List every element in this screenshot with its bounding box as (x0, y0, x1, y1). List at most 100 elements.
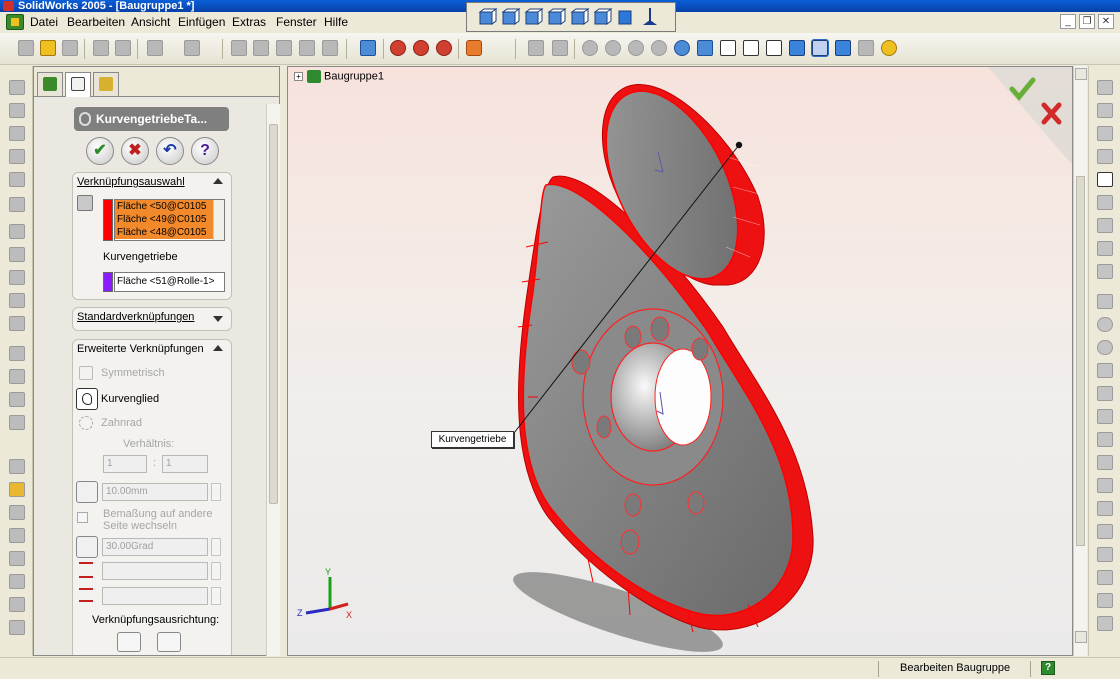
linear-pattern-icon[interactable] (9, 346, 25, 361)
menu-datei[interactable]: Datei (30, 15, 58, 29)
angle-icon[interactable] (76, 536, 98, 558)
curve-icon[interactable] (9, 620, 25, 635)
upper-limit-field[interactable] (102, 562, 208, 580)
select-tool-icon[interactable] (322, 40, 338, 56)
angle-field[interactable]: 30.00Grad (102, 538, 208, 556)
cut-extrude-icon[interactable] (9, 172, 25, 187)
list-item[interactable]: Fläche <50@C0105 (115, 200, 224, 213)
loft-icon[interactable] (9, 149, 25, 164)
offset-icon[interactable] (1097, 593, 1113, 608)
cut-icon[interactable] (93, 40, 109, 56)
menu-einfuegen[interactable]: Einfügen (178, 15, 225, 29)
explode-icon[interactable] (9, 528, 25, 543)
scroll-up-icon[interactable] (1075, 68, 1087, 80)
ratio-left-field[interactable]: 1 (103, 455, 147, 473)
assembly-document-icon[interactable] (6, 14, 24, 30)
smart-fastener-icon[interactable] (9, 505, 25, 520)
redo-icon[interactable] (184, 40, 200, 56)
lower-limit-spinner[interactable] (211, 587, 221, 605)
close-icon[interactable]: ✕ (1098, 14, 1114, 29)
point-icon[interactable] (1097, 501, 1113, 516)
cam-face-field[interactable]: Fläche <51@Rolle-1> (114, 272, 225, 292)
standard-mates-header[interactable]: Standardverknüpfungen (77, 311, 194, 323)
circular-pattern-icon[interactable] (9, 369, 25, 384)
copy-icon[interactable] (115, 40, 131, 56)
sketch-icon[interactable] (552, 40, 568, 56)
aligned-button[interactable] (117, 632, 141, 652)
menu-extras[interactable]: Extras (232, 15, 266, 29)
menu-fenster[interactable]: Fenster (276, 15, 317, 29)
draft-icon[interactable] (9, 293, 25, 308)
measure-icon[interactable] (528, 40, 544, 56)
scrollbar-thumb[interactable] (1076, 176, 1085, 546)
advanced-mates-header[interactable]: Erweiterte Verknüpfungen (77, 343, 204, 355)
insert-component-icon[interactable] (413, 40, 429, 56)
hidden-lines-visible-icon[interactable] (743, 40, 759, 56)
section-view-icon[interactable] (858, 40, 874, 56)
camera-icon[interactable] (9, 597, 25, 612)
chamfer-icon[interactable] (9, 247, 25, 262)
menu-bearbeiten[interactable]: Bearbeiten (67, 15, 125, 29)
fillet-icon[interactable] (9, 224, 25, 239)
three-point-arc-icon[interactable] (1097, 386, 1113, 401)
smart-dimension-icon[interactable] (1097, 172, 1113, 187)
scan-equal-icon[interactable] (1097, 241, 1113, 256)
assembly-feature-icon[interactable] (9, 459, 25, 474)
circle-icon[interactable] (1097, 317, 1113, 332)
ratio-right-field[interactable]: 1 (162, 455, 208, 473)
lower-limit-field[interactable] (102, 587, 208, 605)
help-button[interactable]: ? (191, 137, 219, 165)
3d-sketch-icon[interactable] (1097, 149, 1113, 164)
grid-icon[interactable] (1097, 103, 1113, 118)
shadows-icon[interactable] (835, 40, 851, 56)
distance-field[interactable]: 10.00mm (102, 483, 208, 501)
gear-option[interactable]: Zahnrad (101, 417, 142, 429)
tab-configuration-manager[interactable] (93, 72, 119, 96)
revolve-icon[interactable] (9, 103, 25, 118)
centerline-icon[interactable] (1097, 524, 1113, 539)
warning-icon[interactable] (1097, 616, 1113, 631)
mirror-icon[interactable] (9, 392, 25, 407)
symmetric-option[interactable]: Symmetrisch (101, 367, 165, 379)
zoom-in-out-icon[interactable] (628, 40, 644, 56)
undo-button[interactable]: ↶ (156, 137, 184, 165)
restore-icon[interactable]: ❐ (1079, 14, 1095, 29)
component-icon[interactable] (9, 482, 25, 497)
modify-sketch-icon[interactable] (1097, 264, 1113, 279)
display-relations-icon[interactable] (1097, 218, 1113, 233)
tab-feature-manager[interactable] (37, 72, 63, 96)
upper-limit-spinner[interactable] (211, 562, 221, 580)
mate-selection-header[interactable]: Verknüpfungsauswahl (77, 176, 185, 188)
menu-ansicht[interactable]: Ansicht (131, 15, 170, 29)
tangent-arc-icon[interactable] (1097, 363, 1113, 378)
save-icon[interactable] (62, 40, 78, 56)
pan-icon[interactable] (697, 40, 713, 56)
hidden-lines-removed-icon[interactable] (766, 40, 782, 56)
mate-faces-list[interactable]: Fläche <50@C0105 Fläche <49@C0105 Fläche… (114, 199, 225, 241)
rib-icon[interactable] (9, 316, 25, 331)
move-component-icon[interactable] (436, 40, 452, 56)
text-icon[interactable] (1097, 547, 1113, 562)
options-icon[interactable] (253, 40, 269, 56)
open-folder-icon[interactable] (40, 40, 56, 56)
list-item[interactable]: Fläche <48@C0105 (115, 226, 224, 239)
zoom-area-icon[interactable] (605, 40, 621, 56)
viewport-scrollbar[interactable] (1073, 66, 1087, 656)
anti-aligned-button[interactable] (157, 632, 181, 652)
hide-show-icon[interactable] (9, 551, 25, 566)
minimize-icon[interactable]: _ (1060, 14, 1076, 29)
reference-geometry-icon[interactable] (9, 574, 25, 589)
rotate-view-icon[interactable] (674, 40, 690, 56)
line-icon[interactable] (1097, 294, 1113, 309)
mate-callout[interactable]: Kurvengetriebe (431, 431, 514, 448)
mate-red-icon[interactable] (390, 40, 406, 56)
shaded-icon[interactable] (811, 39, 829, 57)
shell-icon[interactable] (9, 270, 25, 285)
select-icon[interactable] (1097, 80, 1113, 95)
spline-icon[interactable] (1097, 478, 1113, 493)
new-document-icon[interactable] (18, 40, 34, 56)
zoom-selection-icon[interactable] (651, 40, 667, 56)
appearance-icon[interactable] (881, 40, 897, 56)
help-icon[interactable]: ? (1041, 661, 1055, 675)
angle-spinner[interactable] (211, 538, 221, 556)
